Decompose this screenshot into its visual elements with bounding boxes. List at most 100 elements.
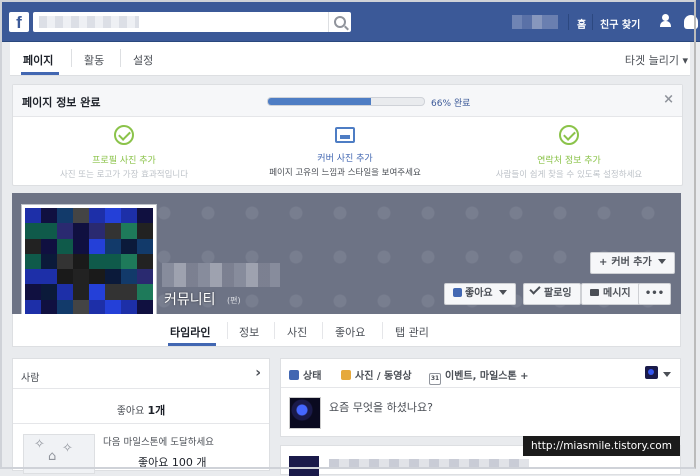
user-profile-redacted[interactable] [512, 15, 558, 29]
close-icon[interactable]: × [663, 92, 674, 107]
progress-bar [267, 97, 425, 106]
check-icon [529, 283, 541, 295]
page-admin-nav: 페이지 활동 설정 타겟 늘리기 ▾ [10, 42, 690, 76]
people-card-title[interactable]: 사람 [21, 369, 39, 384]
add-cover-label: 커버 추가 [611, 257, 652, 268]
nav-divider [120, 49, 121, 67]
page-name[interactable]: 커뮤니티 [164, 289, 216, 309]
step-title[interactable]: 연락처 정보 추가 [459, 153, 679, 166]
chevron-down-icon [498, 290, 507, 295]
message-label: 메시지 [603, 288, 631, 299]
tab-divider [382, 322, 383, 339]
cover-photo-icon [335, 127, 355, 143]
sparkle-icon: ✧ [34, 437, 45, 452]
avatar [289, 397, 321, 429]
nav-divider [71, 49, 72, 67]
chevron-down-icon[interactable] [663, 372, 671, 377]
chevron-right-icon[interactable]: › [255, 365, 261, 381]
step-contact-info[interactable]: 연락처 정보 추가 사람들이 쉽게 찾을 수 있도록 설정하세요 [459, 125, 679, 180]
search-icon [334, 16, 346, 28]
likes-count-label: 좋아요 [116, 406, 145, 417]
composer-tab-label: 이벤트, 마일스톤 + [445, 371, 529, 382]
active-tab-indicator [21, 72, 59, 75]
page-name-edit[interactable]: (편) [227, 295, 241, 306]
tab-timeline[interactable]: 타임라인 [170, 324, 210, 340]
add-cover-button[interactable]: + 커버 추가 [590, 252, 675, 274]
tab-divider [322, 322, 323, 339]
messages-icon[interactable] [684, 15, 698, 29]
avatar [289, 456, 319, 476]
profile-picture-pixelated [25, 208, 153, 330]
post-composer: 상태 사진 / 동영상 31 이벤트, 마일스톤 + 요즘 무엇을 하셨나요? [280, 358, 681, 437]
message-button[interactable]: 메시지 [581, 283, 640, 305]
active-tab-indicator [168, 343, 216, 346]
home-link[interactable]: 홈 [577, 16, 586, 31]
message-icon [590, 289, 599, 296]
find-friends-link[interactable]: 친구 찾기 [600, 16, 640, 31]
tab-photos[interactable]: 사진 [287, 324, 307, 340]
search-button[interactable] [328, 12, 351, 32]
check-circle-icon [114, 125, 134, 145]
top-bar: f 홈 친구 찾기 [0, 0, 700, 42]
status-input[interactable]: 요즘 무엇을 하셨나요? [329, 399, 433, 415]
post-text-redacted [329, 459, 529, 467]
likes-count-value: 1개 [147, 404, 166, 417]
following-label: 팔로잉 [544, 288, 572, 299]
step-title[interactable]: 커버 사진 추가 [235, 151, 455, 164]
tab-divider [274, 322, 275, 339]
plus-icon: + [599, 257, 608, 268]
chevron-down-icon [657, 259, 666, 264]
search-text-redacted [39, 16, 139, 28]
step-description: 사진 또는 로고가 가장 효과적입니다 [59, 170, 189, 180]
progress-fill [268, 98, 371, 105]
composer-tab-photo-video[interactable]: 사진 / 동영상 [341, 367, 412, 382]
nav-divider [568, 14, 569, 30]
more-options-button[interactable]: ••• [638, 283, 671, 305]
step-description: 사람들이 쉽게 찾을 수 있도록 설정하세요 [495, 170, 643, 180]
step-description: 페이지 고유의 느낌과 스타일을 보여주세요 [269, 168, 421, 178]
composer-tab-label: 상태 [303, 371, 322, 382]
info-panel-header: 페이지 정보 완료 66% 완료 × [13, 85, 682, 117]
info-panel-title: 페이지 정보 완료 [22, 96, 101, 109]
people-card: 사람 › 좋아요 1개 ✧ ✧ ⌂ 다음 마일스톤에 도달하세요 좋아요 100… [12, 358, 270, 474]
check-circle-icon [559, 125, 579, 145]
progress-label: 66% 완료 [431, 99, 471, 109]
step-title[interactable]: 프로필 사진 추가 [14, 153, 234, 166]
tab-activity[interactable]: 활동 [84, 52, 104, 68]
composer-tab-event-milestone[interactable]: 31 이벤트, 마일스톤 + [429, 367, 529, 385]
milestone-goal: 좋아요 100 개 [138, 456, 207, 469]
friend-requests-icon[interactable] [660, 14, 674, 28]
divider [281, 387, 680, 388]
pin-icon: ⌂ [48, 449, 57, 464]
photo-icon [341, 370, 351, 380]
following-button[interactable]: 팔로잉 [523, 283, 581, 305]
page-avatar-selector[interactable] [645, 366, 658, 379]
search-input[interactable] [33, 12, 351, 32]
tab-page[interactable]: 페이지 [23, 52, 53, 68]
target-likes-dropdown[interactable]: 타겟 늘리기 ▾ [625, 52, 688, 68]
tab-settings[interactable]: 설정 [133, 52, 153, 68]
tab-likes[interactable]: 좋아요 [335, 324, 365, 340]
milestone-illustration: ✧ ✧ ⌂ [23, 434, 95, 474]
facebook-logo[interactable]: f [9, 12, 29, 32]
nav-divider [592, 14, 593, 30]
tab-divider [227, 322, 228, 339]
timeline-tabs: 타임라인 정보 사진 좋아요 탭 관리 [12, 314, 681, 347]
like-button[interactable]: 좋아요 [444, 283, 516, 305]
tab-about[interactable]: 정보 [239, 324, 259, 340]
page-name-redacted [162, 263, 280, 287]
likes-count: 좋아요 1개 [13, 402, 269, 418]
thumbs-up-icon [453, 288, 462, 297]
tab-manage-tabs[interactable]: 탭 관리 [395, 324, 429, 340]
calendar-icon: 31 [429, 373, 441, 385]
step-cover-photo[interactable]: 커버 사진 추가 페이지 고유의 느낌과 스타일을 보여주세요 [235, 125, 455, 178]
divider [13, 423, 269, 424]
watermark: http://miasmile.tistory.com [523, 436, 680, 456]
milestone-text: 다음 마일스톤에 도달하세요 [103, 437, 214, 448]
divider [13, 388, 269, 389]
step-profile-photo[interactable]: 프로필 사진 추가 사진 또는 로고가 가장 효과적입니다 [14, 125, 234, 180]
pencil-icon [289, 370, 299, 380]
composer-tab-status[interactable]: 상태 [289, 367, 321, 382]
composer-tab-label: 사진 / 동영상 [355, 371, 412, 382]
sparkle-icon: ✧ [62, 441, 73, 456]
